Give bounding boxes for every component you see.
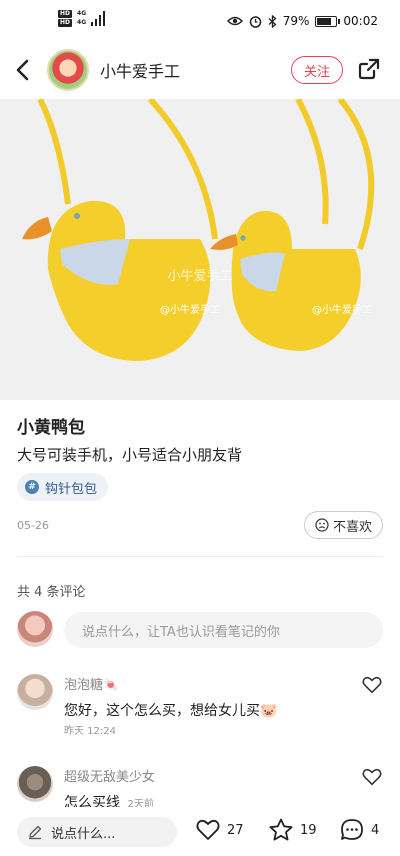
- comment-input[interactable]: 说点什么，让TA也认识看笔记的你: [64, 612, 383, 648]
- author-name[interactable]: 小牛爱手工: [100, 58, 180, 82]
- watermark-left: @小牛爱手工: [160, 303, 220, 316]
- hd-badge: HD: [58, 10, 73, 18]
- watermark-right: @小牛爱手工: [312, 303, 372, 316]
- commenter-avatar[interactable]: [17, 674, 53, 710]
- signal-4g-label: 4G: [77, 19, 87, 26]
- clock-time: 00:02: [343, 14, 378, 28]
- comment-item: 超级无敌美少女 怎么买线 2天前: [17, 766, 383, 811]
- hd-badge: HD: [58, 19, 73, 27]
- status-bar: HD HD 4G 4G 79% 00:02: [0, 0, 400, 44]
- follow-button[interactable]: 关注: [291, 56, 343, 84]
- post-date: 05-26: [17, 519, 49, 532]
- heart-icon[interactable]: [361, 766, 383, 788]
- topic-tag[interactable]: # 钩针包包: [17, 473, 109, 501]
- bottom-action-bar: 说点什么... 27 19 4: [0, 807, 400, 856]
- commenter-name[interactable]: 超级无敌美少女: [64, 766, 155, 785]
- commenter-name[interactable]: 泡泡糖🍬: [64, 674, 119, 693]
- alarm-icon: [249, 15, 261, 28]
- network-indicators: HD HD 4G 4G: [58, 10, 106, 28]
- like-button[interactable]: 27: [195, 817, 244, 843]
- post-title: 小黄鸭包: [17, 418, 85, 438]
- dislike-label: 不喜欢: [332, 519, 372, 535]
- eye-icon: [226, 16, 243, 26]
- signal-bars-icon: [91, 11, 106, 26]
- divider: [17, 556, 383, 557]
- bottom-comment-input[interactable]: 说点什么...: [17, 817, 177, 847]
- bottom-input-label: 说点什么...: [51, 826, 116, 842]
- collect-button[interactable]: 19: [268, 817, 317, 843]
- comment-count-bottom: 4: [371, 822, 380, 838]
- comment-count: 共 4 条评论: [17, 585, 86, 600]
- signal-4g-label: 4G: [77, 10, 87, 17]
- battery-icon: [315, 15, 341, 27]
- author-avatar[interactable]: [47, 49, 89, 91]
- post-image[interactable]: 小牛爱手工 @小牛爱手工 @小牛爱手工: [0, 99, 400, 400]
- comment-item: 泡泡糖🍬 您好，这个怎么买，想给女儿买🐷 昨天 12:24: [17, 674, 383, 737]
- like-count: 27: [227, 822, 244, 838]
- topic-tag-label: 钩针包包: [45, 481, 98, 497]
- comment-bubble-icon: [341, 819, 363, 840]
- battery-percent: 79%: [282, 14, 310, 28]
- post-description: 大号可装手机，小号适合小朋友背: [17, 446, 243, 464]
- comment-text: 您好，这个怎么买，想给女儿买🐷: [64, 703, 278, 719]
- heart-icon[interactable]: [361, 674, 383, 696]
- commenter-avatar[interactable]: [17, 766, 53, 802]
- bluetooth-icon: [268, 14, 277, 28]
- back-arrow-icon[interactable]: [10, 56, 36, 84]
- watermark-center: 小牛爱手工: [167, 269, 232, 284]
- heart-icon: [196, 819, 220, 840]
- pencil-icon: [29, 825, 42, 840]
- duck-bags-photo: 小牛爱手工 @小牛爱手工 @小牛爱手工: [0, 99, 400, 400]
- sad-face-icon: [315, 518, 329, 532]
- hashtag-icon: #: [25, 480, 39, 494]
- collect-count: 19: [300, 822, 317, 838]
- share-icon[interactable]: [357, 57, 381, 81]
- my-avatar: [17, 611, 53, 647]
- top-nav: 小牛爱手工 关注: [0, 44, 400, 96]
- comment-button[interactable]: 4: [339, 817, 379, 843]
- dislike-button[interactable]: 不喜欢: [304, 511, 383, 539]
- comment-time: 昨天 12:24: [64, 726, 116, 737]
- star-icon: [269, 818, 293, 841]
